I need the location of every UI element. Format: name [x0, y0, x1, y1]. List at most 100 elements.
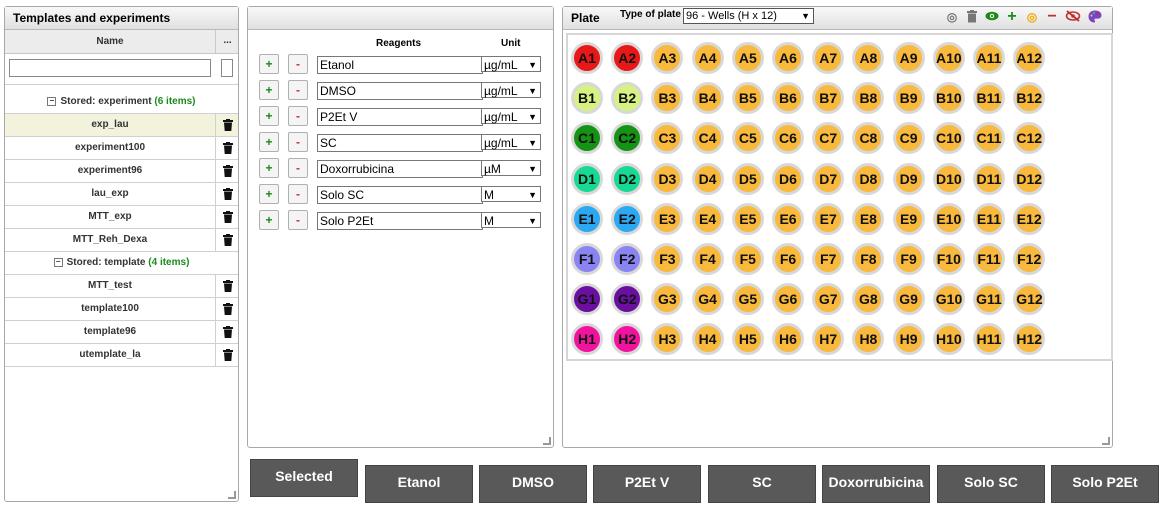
reagent-button[interactable]: Etanol — [365, 465, 473, 503]
add-reagent-button[interactable]: + — [259, 54, 279, 74]
plate-well[interactable]: F2 — [611, 243, 644, 275]
plate-well[interactable]: H5 — [731, 323, 764, 356]
plate-well[interactable]: A11 — [973, 42, 1005, 74]
delete-icon[interactable] — [215, 275, 239, 297]
delete-icon[interactable] — [215, 160, 239, 182]
plate-well[interactable]: A1 — [571, 42, 603, 74]
tree-item-label[interactable]: experiment100 — [5, 137, 215, 159]
plate-well[interactable]: E6 — [772, 202, 804, 235]
plate-well[interactable]: H10 — [932, 323, 965, 356]
plate-well[interactable]: B12 — [1013, 82, 1046, 115]
add-reagent-button[interactable]: + — [259, 158, 279, 178]
plate-well[interactable]: B9 — [892, 82, 925, 115]
reagent-unit-select[interactable]: µg/mL ▼ — [481, 108, 541, 124]
plate-well[interactable]: B4 — [691, 82, 724, 115]
add-reagent-button[interactable]: + — [259, 210, 279, 230]
plate-well[interactable]: C1 — [571, 122, 603, 155]
plate-well[interactable]: E9 — [892, 202, 925, 235]
delete-icon[interactable] — [215, 229, 239, 251]
trash-icon[interactable] — [965, 10, 979, 24]
plate-well[interactable]: A7 — [812, 42, 845, 74]
resize-handle[interactable] — [228, 491, 236, 499]
plate-well[interactable]: E3 — [651, 202, 684, 235]
plate-well[interactable]: A3 — [651, 42, 684, 74]
plate-well[interactable]: C9 — [892, 122, 925, 155]
remove-reagent-button[interactable]: - — [288, 158, 308, 178]
plate-well[interactable]: F8 — [852, 243, 885, 275]
plus-icon[interactable]: + — [1005, 9, 1019, 25]
plate-well[interactable]: D6 — [772, 162, 804, 195]
add-reagent-button[interactable]: + — [259, 132, 279, 152]
plate-well[interactable]: H6 — [772, 323, 804, 356]
reagent-name-input[interactable] — [317, 134, 483, 152]
remove-reagent-button[interactable]: - — [288, 184, 308, 204]
collapse-icon[interactable]: − — [53, 257, 63, 267]
plate-well[interactable]: F10 — [932, 243, 965, 275]
tree-item-label[interactable]: exp_lau — [5, 114, 215, 136]
reagent-button[interactable]: DMSO — [479, 465, 587, 503]
eye-icon[interactable] — [985, 10, 999, 24]
tree-item[interactable]: experiment96 — [5, 160, 238, 183]
target-icon[interactable]: ◎ — [945, 10, 959, 24]
reagent-name-input[interactable] — [317, 56, 483, 74]
plate-well[interactable]: G8 — [852, 283, 885, 316]
plate-well[interactable]: G5 — [731, 283, 764, 316]
resize-handle[interactable] — [543, 437, 551, 445]
collapse-icon[interactable]: − — [47, 96, 57, 106]
reagent-name-input[interactable] — [317, 160, 483, 178]
plate-well[interactable]: A9 — [892, 42, 925, 74]
plate-well[interactable]: B2 — [611, 82, 644, 115]
selected-button[interactable]: Selected — [250, 459, 358, 497]
plate-well[interactable]: H8 — [852, 323, 885, 356]
tree-item[interactable]: MTT_Reh_Dexa — [5, 229, 238, 252]
plate-well[interactable]: F6 — [772, 243, 804, 275]
remove-reagent-button[interactable]: - — [288, 80, 308, 100]
remove-reagent-button[interactable]: - — [288, 210, 308, 230]
add-reagent-button[interactable]: + — [259, 184, 279, 204]
plate-well[interactable]: H11 — [973, 323, 1005, 356]
plate-well[interactable]: A10 — [932, 42, 965, 74]
plate-well[interactable]: F5 — [731, 243, 764, 275]
tree-item-label[interactable]: utemplate_la — [5, 344, 215, 366]
tree-item-label[interactable]: MTT_Reh_Dexa — [5, 229, 215, 251]
plate-well[interactable]: E4 — [691, 202, 724, 235]
remove-reagent-button[interactable]: - — [288, 54, 308, 74]
plate-well[interactable]: G7 — [812, 283, 845, 316]
plate-well[interactable]: C10 — [932, 122, 965, 155]
plate-well[interactable]: E8 — [852, 202, 885, 235]
plate-well[interactable]: B1 — [571, 82, 603, 115]
plate-well[interactable]: B6 — [772, 82, 804, 115]
tree-item-label[interactable]: MTT_exp — [5, 206, 215, 228]
plate-well[interactable]: G11 — [973, 283, 1005, 316]
tree-item[interactable]: utemplate_la — [5, 344, 238, 367]
plate-well[interactable]: B5 — [731, 82, 764, 115]
circle-icon[interactable]: ◎ — [1025, 10, 1039, 24]
delete-icon[interactable] — [215, 183, 239, 205]
plate-well[interactable]: C6 — [772, 122, 804, 155]
delete-icon[interactable] — [215, 321, 239, 343]
plate-well[interactable]: F4 — [691, 243, 724, 275]
plate-well[interactable]: A4 — [691, 42, 724, 74]
plate-type-select[interactable]: 96 - Wells (H x 12) ▼ — [683, 8, 814, 24]
delete-icon[interactable] — [215, 137, 239, 159]
palette-icon[interactable] — [1088, 10, 1102, 24]
plate-well[interactable]: G3 — [651, 283, 684, 316]
plate-well[interactable]: E1 — [571, 202, 603, 235]
plate-well[interactable]: G2 — [611, 283, 644, 316]
tree-item[interactable]: MTT_exp — [5, 206, 238, 229]
tree-item-label[interactable]: lau_exp — [5, 183, 215, 205]
plate-well[interactable]: C4 — [691, 122, 724, 155]
tree-item[interactable]: exp_lau — [5, 114, 238, 137]
plate-well[interactable]: C3 — [651, 122, 684, 155]
plate-well[interactable]: G9 — [892, 283, 925, 316]
reagent-button[interactable]: SC — [708, 465, 816, 503]
plate-well[interactable]: C12 — [1013, 122, 1046, 155]
reagent-button[interactable]: Doxorrubicina — [822, 465, 930, 503]
minus-icon[interactable]: − — [1045, 9, 1059, 25]
plate-well[interactable]: B10 — [932, 82, 965, 115]
plate-well[interactable]: B11 — [973, 82, 1005, 115]
plate-well[interactable]: C2 — [611, 122, 644, 155]
plate-well[interactable]: A8 — [852, 42, 885, 74]
tree-item-label[interactable]: template100 — [5, 298, 215, 320]
plate-well[interactable]: G10 — [932, 283, 965, 316]
